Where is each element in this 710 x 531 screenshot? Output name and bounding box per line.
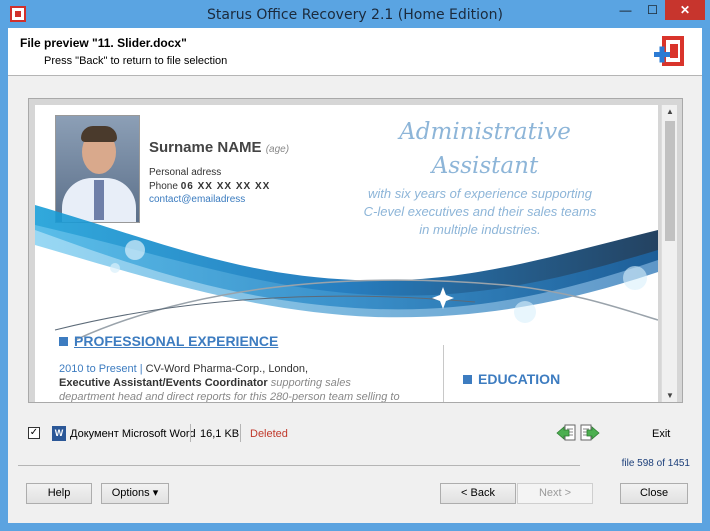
preview-scrollbar[interactable]: ▲ ▼ xyxy=(661,105,677,402)
options-button[interactable]: Options ▾ xyxy=(101,483,169,504)
section-experience: PROFESSIONAL EXPERIENCE xyxy=(59,333,278,349)
scroll-thumb[interactable] xyxy=(665,121,675,241)
help-button[interactable]: Help xyxy=(26,483,92,504)
scroll-up-icon[interactable]: ▲ xyxy=(662,107,678,116)
document-page: Surname NAME (age) Personal adress Phone… xyxy=(35,105,658,402)
section-education-title: EDUCATION xyxy=(478,371,561,387)
info-separator xyxy=(190,424,191,442)
word-doc-icon: W xyxy=(52,426,66,441)
dialog-client-area: File preview "11. Slider.docx" Press "Ba… xyxy=(8,28,702,523)
column-divider xyxy=(443,345,444,402)
file-type: Документ Microsoft Word xyxy=(70,428,196,440)
file-size: 16,1 KB xyxy=(200,428,240,440)
next-file-icon[interactable] xyxy=(580,424,600,442)
cv-headline: Administrative Assistant xyxy=(335,115,635,183)
info-separator xyxy=(240,424,241,442)
file-select-checkbox[interactable]: ✓ xyxy=(28,427,40,439)
minimize-button[interactable]: — xyxy=(612,0,639,20)
prev-file-icon[interactable] xyxy=(556,424,576,442)
office-recovery-logo-icon xyxy=(654,36,684,66)
cv-name-text: Surname NAME xyxy=(149,139,262,156)
exp-role: Executive Assistant/Events Coordinator xyxy=(59,377,268,389)
page-title: File preview "11. Slider.docx" xyxy=(20,36,187,50)
cv-address: Personal adress xyxy=(149,167,222,178)
phone-label: Phone xyxy=(149,181,178,192)
window-title: Starus Office Recovery 2.1 (Home Edition… xyxy=(207,7,503,23)
exp-line-3: department head and direct reports for t… xyxy=(59,391,400,402)
file-info-row: ✓ W Документ Microsoft Word 16,1 KB Dele… xyxy=(28,424,688,444)
document-preview[interactable]: Surname NAME (age) Personal adress Phone… xyxy=(28,98,683,403)
exp-company: CV-Word Pharma-Corp., London, xyxy=(142,363,309,375)
file-counter: file 598 of 1451 xyxy=(580,458,690,469)
back-button[interactable]: < Back xyxy=(440,483,516,504)
headline-line-2: Assistant xyxy=(431,153,539,179)
maximize-button[interactable]: ☐ xyxy=(639,0,666,20)
exp-line-1: 2010 to Present | CV-Word Pharma-Corp., … xyxy=(59,363,308,375)
exit-link[interactable]: Exit xyxy=(652,428,670,440)
cv-name: Surname NAME (age) xyxy=(149,139,289,156)
file-status: Deleted xyxy=(250,428,288,440)
title-bar[interactable]: Starus Office Recovery 2.1 (Home Edition… xyxy=(0,0,710,28)
close-window-button[interactable]: ✕ xyxy=(665,0,705,20)
exp-line-2: Executive Assistant/Events Coordinator s… xyxy=(59,377,351,389)
phone-number: 06 XX XX XX XX xyxy=(180,181,271,192)
close-button[interactable]: Close xyxy=(620,483,688,504)
exp-role-desc: supporting sales xyxy=(267,377,351,389)
next-button: Next > xyxy=(517,483,593,504)
app-window: Starus Office Recovery 2.1 (Home Edition… xyxy=(0,0,710,531)
section-experience-title: PROFESSIONAL EXPERIENCE xyxy=(74,333,279,349)
scroll-down-icon[interactable]: ▼ xyxy=(662,391,678,400)
section-education: EDUCATION xyxy=(463,371,560,387)
header-panel: File preview "11. Slider.docx" Press "Ba… xyxy=(8,28,702,76)
exp-years: 2010 to Present | xyxy=(59,363,143,375)
cv-phone: Phone 06 XX XX XX XX xyxy=(149,181,270,192)
headline-line-1: Administrative xyxy=(399,119,571,145)
decorative-waves xyxy=(35,205,658,340)
cv-age-hint: (age) xyxy=(265,144,290,155)
page-subtitle: Press "Back" to return to file selection xyxy=(44,55,228,67)
